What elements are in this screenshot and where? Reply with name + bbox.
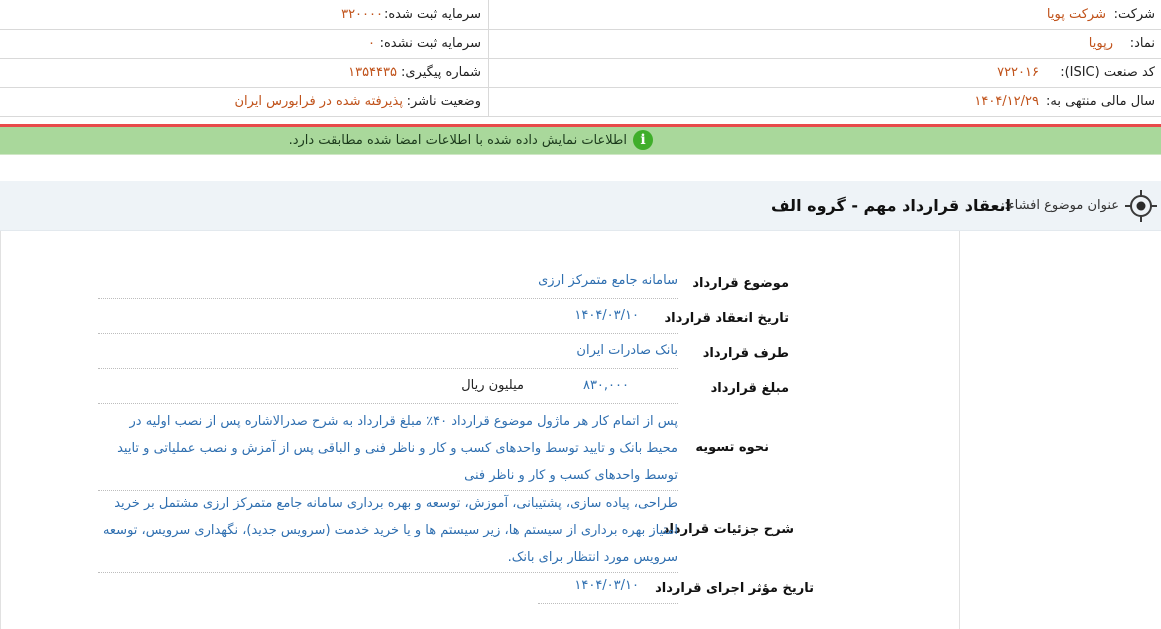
isic-value: ۷۲۲۰۱۶ [997,65,1039,80]
subject-header: عنوان موضوع افشاء: انعقاد قرارداد مهم - … [0,181,1161,231]
info-icon: i [633,130,653,150]
row-divider [98,403,678,404]
unregistered-cell: سرمایه ثبت نشده: ۰ [0,29,487,58]
row-divider [98,572,678,573]
symbol-label: نماد: [1129,36,1155,51]
description-label: شرح جزئیات قرارداد [662,522,794,537]
row-divider [98,333,678,334]
contract-amount-unit: میلیون ریال [461,378,524,393]
target-icon [1125,190,1157,222]
effective-date-value: ۱۴۰۴/۰۳/۱۰ [574,578,639,593]
status-label: وضعیت ناشر: [406,94,481,109]
company-info-grid: شرکت: شرکت پویا سرمایه ثبت شده: ۳۲۰۰۰۰ ن… [0,0,1161,118]
capital-label: سرمایه ثبت شده: [383,7,481,22]
fiscal-label: سال مالی منتهی به: [1045,94,1155,109]
contract-amount-label: مبلغ قرارداد [710,381,789,396]
symbol-value: رپویا [1088,36,1113,51]
contract-subject-label: موضوع قرارداد [692,276,789,291]
info-row-company: شرکت: شرکت پویا سرمایه ثبت شده: ۳۲۰۰۰۰ [0,0,1161,30]
symbol-cell: نماد: رپویا [488,29,1161,58]
settlement-value: پس از اتمام کار هر ماژول موضوع قرارداد ۴… [117,414,678,483]
notice-text: اطلاعات نمایش داده شده با اطلاعات امضا ش… [288,133,627,148]
effective-date-label: تاریخ مؤثر اجرای قرارداد [655,581,814,596]
capital-cell: سرمایه ثبت شده: ۳۲۰۰۰۰ [0,0,487,29]
status-value: پذیرفته شده در فرابورس ایران [234,94,403,109]
disclosure-page: شرکت: شرکت پویا سرمایه ثبت شده: ۳۲۰۰۰۰ ن… [0,0,1161,629]
unregistered-label: سرمایه ثبت نشده: [379,36,481,51]
fiscal-value: ۱۴۰۴/۱۲/۲۹ [974,94,1039,109]
verification-notice: i اطلاعات نمایش داده شده با اطلاعات امضا… [0,127,1161,155]
company-label: شرکت: [1113,7,1155,22]
row-divider [538,603,678,604]
description-value: طراحی، پیاده سازی، پشتیبانی، آموزش، توسع… [102,496,678,565]
tracking-label: شماره پیگیری: [401,65,481,80]
contract-date-label: تاریخ انعقاد قرارداد [664,311,789,326]
subject-title: انعقاد قرارداد مهم - گروه الف [771,196,1011,215]
contract-party-value: بانک صادرات ایران [576,343,678,358]
contract-date-value: ۱۴۰۴/۰۳/۱۰ [574,308,639,323]
info-row-symbol: نماد: رپویا سرمایه ثبت نشده: ۰ [0,29,1161,59]
isic-cell: کد صنعت (ISIC): ۷۲۲۰۱۶ [488,58,1161,87]
contract-party-label: طرف قرارداد [702,346,789,361]
info-row-fiscal: سال مالی منتهی به: ۱۴۰۴/۱۲/۲۹ وضعیت ناشر… [0,87,1161,117]
tracking-value: ۱۳۵۴۴۳۵ [348,65,397,80]
contract-subject-value: سامانه جامع متمرکز ارزی [538,273,678,288]
tracking-cell: شماره پیگیری: ۱۳۵۴۴۳۵ [0,58,487,87]
unregistered-value: ۰ [368,36,375,51]
company-cell: شرکت: شرکت پویا [488,0,1161,29]
contract-details-panel: موضوع قرارداد سامانه جامع متمرکز ارزی تا… [0,231,960,629]
capital-value: ۳۲۰۰۰۰ [341,7,383,22]
company-value: شرکت پویا [1046,7,1106,22]
row-divider [98,298,678,299]
isic-label: کد صنعت (ISIC): [1060,65,1155,80]
contract-amount-value: ۸۳۰,۰۰۰ [582,378,629,393]
subject-label: عنوان موضوع افشاء: [1004,198,1119,213]
settlement-label: نحوه تسویه [695,440,769,455]
row-divider [98,368,678,369]
fiscal-cell: سال مالی منتهی به: ۱۴۰۴/۱۲/۲۹ [488,87,1161,116]
info-row-isic: کد صنعت (ISIC): ۷۲۲۰۱۶ شماره پیگیری: ۱۳۵… [0,58,1161,88]
status-cell: وضعیت ناشر: پذیرفته شده در فرابورس ایران [0,87,487,116]
